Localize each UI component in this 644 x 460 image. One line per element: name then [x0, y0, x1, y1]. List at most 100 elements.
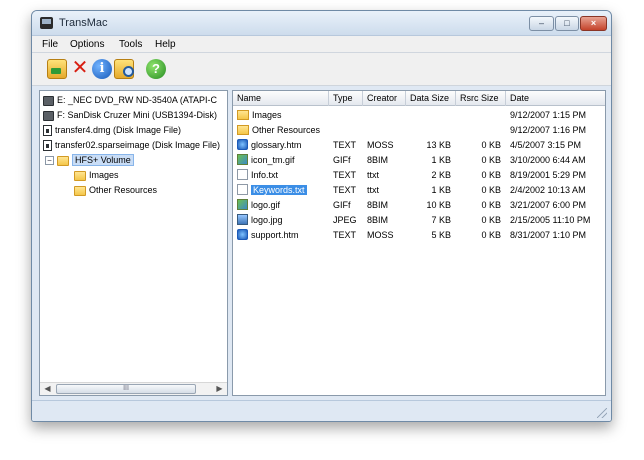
disk-image-icon — [43, 140, 52, 152]
drive-icon — [43, 110, 54, 121]
file-creator: MOSS — [367, 230, 394, 240]
menu-tools[interactable]: Tools — [119, 39, 142, 50]
column-name[interactable]: Name — [233, 91, 329, 106]
delete-icon[interactable]: ✕ — [70, 58, 90, 79]
file-rsrc-size: 0 KB — [481, 185, 501, 195]
table-row[interactable]: Images 9/12/2007 1:15 PM — [233, 108, 605, 122]
tree-item-hfs-volume[interactable]: − HFS+ Volume — [43, 153, 213, 167]
file-data-size: 2 KB — [431, 170, 451, 180]
jpeg-file-icon — [237, 214, 248, 225]
file-rsrc-size — [461, 123, 501, 137]
file-date: 3/21/2007 6:00 PM — [510, 200, 587, 210]
file-data-size: 1 KB — [431, 155, 451, 165]
html-file-icon — [237, 139, 248, 150]
folder-icon — [237, 110, 249, 120]
tree-item-content: HFS+ Volume — [57, 153, 134, 167]
file-rsrc-size: 0 KB — [481, 230, 501, 240]
status-bar — [32, 400, 611, 421]
table-row[interactable]: glossary.htm TEXT MOSS 13 KB 0 KB 4/5/20… — [233, 138, 605, 152]
image-file-icon — [237, 199, 248, 210]
find-icon[interactable] — [114, 59, 134, 79]
column-header: Name Type Creator Data Size Rsrc Size Da… — [233, 91, 605, 106]
file-rsrc-size — [461, 108, 501, 122]
table-row-selected[interactable]: Keywords.txt TEXT ttxt 1 KB 0 KB 2/4/200… — [233, 183, 605, 197]
file-type: JPEG — [333, 215, 357, 225]
tree-item-images[interactable]: Images — [74, 168, 119, 182]
text-file-icon — [237, 169, 248, 180]
file-date: 4/5/2007 3:15 PM — [510, 140, 582, 150]
tree-item-drive-f[interactable]: F: SanDisk Cruzer Mini (USB1394-Disk) — [43, 108, 217, 122]
tree-item-other-resources[interactable]: Other Resources — [74, 183, 157, 197]
file-creator — [367, 123, 405, 137]
scroll-left-icon[interactable]: ◀ — [40, 383, 55, 395]
image-file-icon — [237, 154, 248, 165]
file-type — [333, 123, 363, 137]
info-icon[interactable]: i — [92, 59, 112, 79]
file-rsrc-size: 0 KB — [481, 155, 501, 165]
file-creator: 8BIM — [367, 215, 389, 225]
minimize-button[interactable]: – — [529, 16, 554, 31]
table-row[interactable]: icon_tm.gif GIFf 8BIM 1 KB 0 KB 3/10/200… — [233, 153, 605, 167]
file-name: icon_tm.gif — [251, 155, 295, 165]
tree-item-transfer4[interactable]: transfer4.dmg (Disk Image File) — [43, 123, 181, 137]
file-creator: ttxt — [367, 185, 380, 195]
file-name: Images — [252, 110, 282, 120]
menu-bar: File Options Tools Help — [32, 36, 611, 53]
file-type — [333, 108, 363, 122]
column-data-size[interactable]: Data Size — [406, 91, 456, 106]
file-list-pane[interactable]: Name Type Creator Data Size Rsrc Size Da… — [232, 90, 606, 396]
file-name: logo.jpg — [251, 215, 283, 225]
help-icon[interactable]: ? — [146, 59, 166, 79]
tree-item-transfer02[interactable]: transfer02.sparseimage (Disk Image File) — [43, 138, 220, 152]
file-creator: ttxt — [367, 170, 380, 180]
table-row[interactable]: logo.gif GIFf 8BIM 10 KB 0 KB 3/21/2007 … — [233, 198, 605, 212]
close-button[interactable]: × — [580, 16, 607, 31]
menu-help[interactable]: Help — [155, 39, 176, 50]
tree-item-label: E: _NEC DVD_RW ND-3540A (ATAPI-C — [57, 95, 218, 105]
horizontal-scrollbar[interactable]: ◀ III ▶ — [40, 382, 227, 395]
scrollbar-thumb[interactable]: III — [56, 384, 196, 394]
file-creator — [367, 108, 405, 122]
folder-icon — [74, 170, 86, 181]
file-name: Keywords.txt — [251, 185, 307, 195]
menu-file[interactable]: File — [42, 39, 58, 50]
file-type: TEXT — [333, 170, 357, 180]
file-rsrc-size: 0 KB — [481, 140, 501, 150]
file-type: TEXT — [333, 140, 357, 150]
file-type: TEXT — [333, 230, 357, 240]
table-row[interactable]: Other Resources 9/12/2007 1:16 PM — [233, 123, 605, 137]
file-data-size — [411, 123, 451, 137]
file-date: 9/12/2007 1:15 PM — [510, 110, 587, 120]
file-name: support.htm — [251, 230, 299, 240]
tree-item-label: HFS+ Volume — [72, 154, 134, 166]
column-rsrc-size[interactable]: Rsrc Size — [456, 91, 506, 106]
file-data-size: 7 KB — [431, 215, 451, 225]
tree-item-label: transfer4.dmg (Disk Image File) — [55, 125, 182, 135]
collapse-icon[interactable]: − — [45, 156, 54, 165]
file-name: logo.gif — [251, 200, 281, 210]
file-date: 8/19/2001 5:29 PM — [510, 170, 587, 180]
tree-item-drive-e[interactable]: E: _NEC DVD_RW ND-3540A (ATAPI-C — [43, 93, 217, 107]
table-row[interactable]: support.htm TEXT MOSS 5 KB 0 KB 8/31/200… — [233, 228, 605, 242]
file-date: 2/15/2005 11:10 PM — [510, 215, 591, 225]
file-data-size — [411, 108, 451, 122]
menu-options[interactable]: Options — [70, 39, 104, 50]
file-name: Other Resources — [252, 125, 321, 135]
scroll-right-icon[interactable]: ▶ — [212, 383, 227, 395]
folder-icon — [237, 125, 249, 135]
column-type[interactable]: Type — [329, 91, 363, 106]
file-date: 2/4/2002 10:13 AM — [510, 185, 586, 195]
file-data-size: 10 KB — [426, 200, 451, 210]
transmac-window: TransMac – □ × File Options Tools Help ✕… — [31, 10, 612, 422]
column-date[interactable]: Date — [506, 91, 605, 106]
column-creator[interactable]: Creator — [363, 91, 406, 106]
disk-image-icon — [43, 125, 52, 137]
open-icon[interactable] — [47, 59, 67, 79]
file-type: GIFf — [333, 200, 351, 210]
maximize-button[interactable]: □ — [555, 16, 579, 31]
table-row[interactable]: logo.jpg JPEG 8BIM 7 KB 0 KB 2/15/2005 1… — [233, 213, 605, 227]
table-row[interactable]: Info.txt TEXT ttxt 2 KB 0 KB 8/19/2001 5… — [233, 168, 605, 182]
resize-grip-icon[interactable] — [597, 408, 607, 418]
app-icon — [40, 17, 53, 29]
tree-pane[interactable]: E: _NEC DVD_RW ND-3540A (ATAPI-C F: SanD… — [39, 90, 228, 396]
